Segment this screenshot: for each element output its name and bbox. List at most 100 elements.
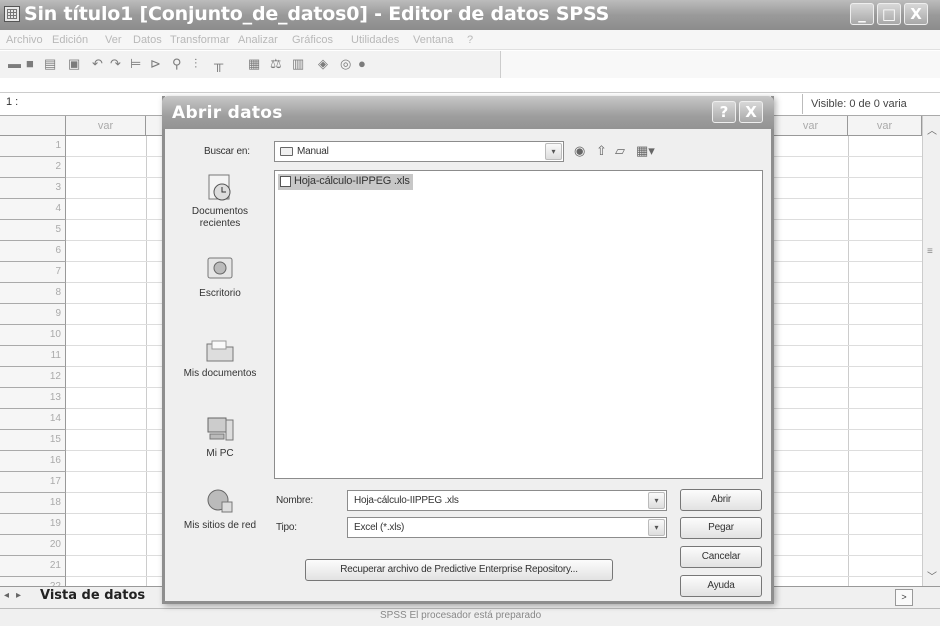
menu-archivo[interactable]: Archivo bbox=[6, 34, 43, 46]
menu-graficos[interactable]: Gráficos bbox=[292, 34, 333, 46]
row-header[interactable]: 13 bbox=[0, 388, 66, 409]
filename-input[interactable]: Hoja-cálculo-IIPPEG .xls ▾ bbox=[347, 490, 667, 511]
find-icon[interactable]: ⚲ bbox=[172, 57, 182, 71]
row-header[interactable]: 16 bbox=[0, 451, 66, 472]
row-header[interactable]: 18 bbox=[0, 493, 66, 514]
folder-icon bbox=[280, 147, 293, 156]
menubar: Archivo Edición Ver Datos Transformar An… bbox=[0, 30, 940, 50]
filetype-select[interactable]: Excel (*.xls) ▾ bbox=[347, 517, 667, 538]
maximize-button[interactable]: □ bbox=[877, 3, 901, 25]
paste-button[interactable]: Pegar bbox=[680, 517, 762, 539]
menu-ventana[interactable]: Ventana bbox=[413, 34, 453, 46]
row-header[interactable]: 17 bbox=[0, 472, 66, 493]
open-button[interactable]: Abrir bbox=[680, 489, 762, 511]
status-text: SPSS El procesador está preparado bbox=[380, 610, 542, 621]
visible-variables-count: Visible: 0 de 0 varia bbox=[802, 94, 940, 114]
weight-cases-icon[interactable]: ⚖ bbox=[270, 57, 282, 71]
row-header[interactable]: 6 bbox=[0, 241, 66, 262]
my-computer-icon bbox=[207, 417, 234, 441]
select-cases-icon[interactable]: ▥ bbox=[292, 57, 304, 71]
hscroll-right-icon[interactable]: > bbox=[895, 589, 913, 606]
chevron-down-icon[interactable]: ▾ bbox=[648, 519, 665, 536]
tab-vista-de-datos[interactable]: Vista de datos bbox=[28, 586, 178, 608]
row-header[interactable]: 15 bbox=[0, 430, 66, 451]
scroll-grip-icon[interactable]: ≡ bbox=[927, 246, 933, 257]
undo-icon[interactable]: ↶ bbox=[92, 57, 103, 71]
new-folder-icon[interactable]: ▱ bbox=[615, 143, 625, 159]
menu-datos[interactable]: Datos bbox=[133, 34, 162, 46]
retrieve-repository-button[interactable]: Recuperar archivo de Predictive Enterpri… bbox=[305, 559, 613, 581]
place-recent-documents[interactable]: Documentos recientes bbox=[172, 172, 268, 230]
tab-scroll-right-icon[interactable]: ▸ bbox=[16, 590, 21, 601]
show-all-icon[interactable]: ● bbox=[358, 57, 366, 71]
menu-edicion[interactable]: Edición bbox=[52, 34, 88, 46]
insert-cases-icon[interactable]: ⫶ bbox=[194, 57, 197, 71]
scroll-up-icon[interactable]: ︿ bbox=[927, 122, 937, 137]
dialog-help-button[interactable]: ? bbox=[712, 101, 736, 123]
insert-variable-icon[interactable]: ╥ bbox=[214, 57, 223, 71]
print-icon[interactable]: ▤ bbox=[44, 57, 56, 71]
split-file-icon[interactable]: ▦ bbox=[248, 57, 260, 71]
chevron-down-icon[interactable]: ▾ bbox=[648, 492, 665, 509]
back-icon[interactable]: ◉ bbox=[574, 143, 585, 159]
column-header-var[interactable]: var bbox=[848, 116, 922, 136]
filename-value: Hoja-cálculo-IIPPEG .xls bbox=[354, 495, 459, 506]
place-label: Mi PC bbox=[206, 448, 234, 459]
file-list[interactable] bbox=[274, 170, 763, 479]
dialog-titlebar: Abrir datos ? X bbox=[162, 96, 774, 129]
row-header[interactable]: 11 bbox=[0, 346, 66, 367]
row-header[interactable]: 8 bbox=[0, 283, 66, 304]
row-header[interactable]: 9 bbox=[0, 304, 66, 325]
toolbar-empty-area bbox=[501, 51, 940, 78]
open-icon[interactable]: ▬ bbox=[8, 57, 21, 71]
use-sets-icon[interactable]: ◎ bbox=[340, 57, 351, 71]
row-header[interactable]: 20 bbox=[0, 535, 66, 556]
vertical-scrollbar[interactable]: ︿ ≡ ﹀ bbox=[922, 116, 940, 586]
column-header-var[interactable]: var bbox=[66, 116, 146, 136]
menu-help[interactable]: ? bbox=[467, 34, 473, 46]
chevron-down-icon[interactable]: ▾ bbox=[545, 143, 562, 160]
menu-utilidades[interactable]: Utilidades bbox=[351, 34, 399, 46]
column-header-var[interactable]: var bbox=[774, 116, 848, 136]
cancel-button[interactable]: Cancelar bbox=[680, 546, 762, 568]
view-menu-icon[interactable]: ▦▾ bbox=[636, 143, 655, 159]
menu-analizar[interactable]: Analizar bbox=[238, 34, 278, 46]
help-button[interactable]: Ayuda bbox=[680, 575, 762, 597]
tab-scroll-left-icon[interactable]: ◂ bbox=[4, 590, 9, 601]
up-folder-icon[interactable]: ⇧ bbox=[596, 143, 607, 159]
redo-icon[interactable]: ↷ bbox=[110, 57, 121, 71]
row-header[interactable]: 14 bbox=[0, 409, 66, 430]
row-header[interactable]: 7 bbox=[0, 262, 66, 283]
window-title: Sin título1 [Conjunto_de_datos0] - Edito… bbox=[24, 3, 610, 25]
close-button[interactable]: X bbox=[904, 3, 928, 25]
value-labels-icon[interactable]: ◈ bbox=[318, 57, 328, 71]
spss-app-icon bbox=[4, 6, 20, 22]
row-header[interactable]: 2 bbox=[0, 157, 66, 178]
place-my-computer[interactable]: Mi PC bbox=[172, 414, 268, 460]
filetype-value: Excel (*.xls) bbox=[354, 522, 405, 533]
goto-case-icon[interactable]: ⊨ bbox=[130, 57, 141, 71]
row-header[interactable]: 21 bbox=[0, 556, 66, 577]
scroll-down-icon[interactable]: ﹀ bbox=[927, 568, 937, 583]
row-header[interactable]: 10 bbox=[0, 325, 66, 346]
row-header[interactable]: 12 bbox=[0, 367, 66, 388]
row-header[interactable]: 3 bbox=[0, 178, 66, 199]
dialog-close-button[interactable]: X bbox=[739, 101, 763, 123]
menu-ver[interactable]: Ver bbox=[105, 34, 122, 46]
look-in-select[interactable]: Manual ▾ bbox=[274, 141, 564, 162]
place-network[interactable]: Mis sitios de red bbox=[172, 486, 268, 532]
variables-icon[interactable]: ⊳ bbox=[150, 57, 161, 71]
row-header[interactable]: 4 bbox=[0, 199, 66, 220]
row-header[interactable]: 5 bbox=[0, 220, 66, 241]
minimize-button[interactable]: _ bbox=[850, 3, 874, 25]
place-label: Mis documentos bbox=[183, 368, 257, 379]
place-desktop[interactable]: Escritorio bbox=[172, 254, 268, 300]
row-header[interactable]: 1 bbox=[0, 136, 66, 157]
grid-column-line bbox=[146, 136, 147, 586]
file-item[interactable]: Hoja-cálculo-IIPPEG .xls bbox=[278, 174, 413, 190]
menu-transformar[interactable]: Transformar bbox=[170, 34, 230, 46]
save-icon[interactable]: ■ bbox=[26, 57, 34, 71]
dialog-recall-icon[interactable]: ▣ bbox=[68, 57, 80, 71]
row-header[interactable]: 19 bbox=[0, 514, 66, 535]
place-my-documents[interactable]: Mis documentos bbox=[172, 334, 268, 380]
